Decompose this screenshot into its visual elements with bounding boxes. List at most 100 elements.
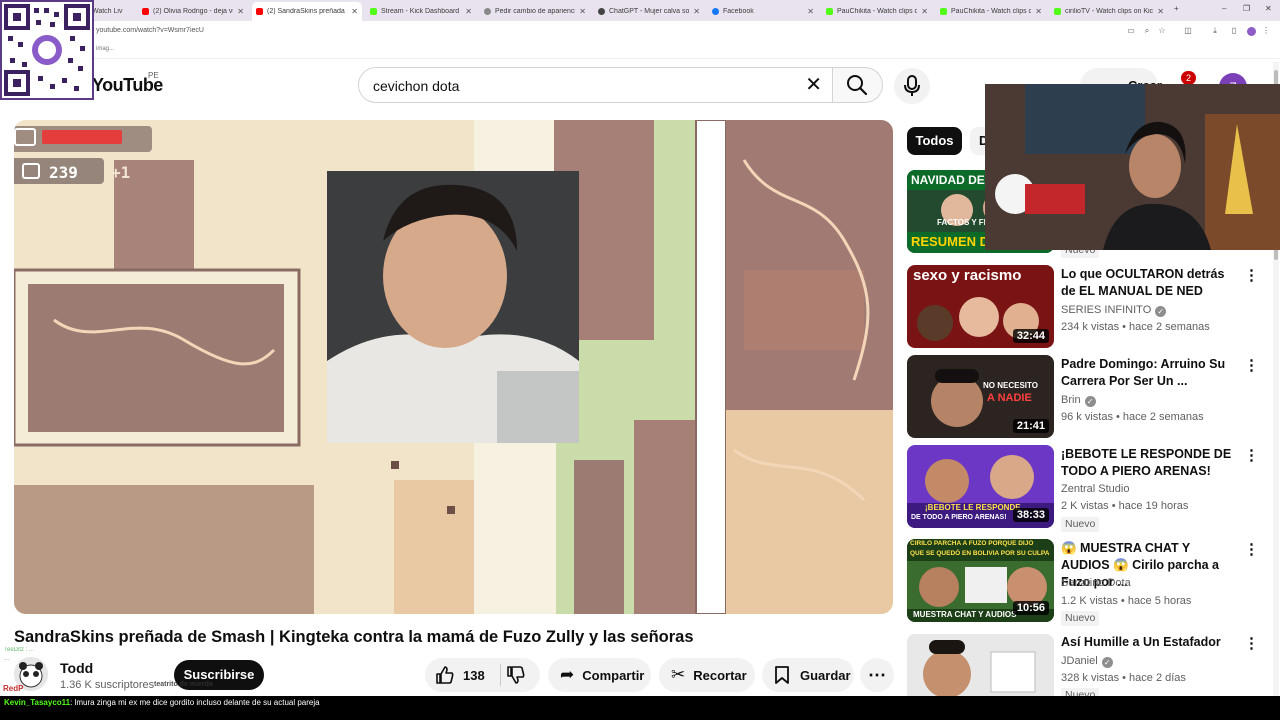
dislike-button[interactable]	[503, 665, 533, 685]
close-window-icon[interactable]: ✕	[1265, 4, 1272, 13]
chat-message-bar: Kevin_Tasayco11: lmura zinga mi ex me di…	[0, 696, 1280, 720]
close-tab-icon[interactable]: ✕	[921, 7, 928, 16]
bookmark-item[interactable]: imag...	[96, 46, 114, 52]
country-code: PE	[148, 71, 159, 80]
kick-favicon-icon	[826, 7, 833, 15]
recommended-title[interactable]: Padre Domingo: Arruino Su Carrera Por Se…	[1061, 356, 1241, 390]
close-tab-icon[interactable]: ✕	[351, 7, 358, 16]
video-thumbnail[interactable]: CIRILO PARCHA A FUZO PORQUE DIJO QUE SE …	[907, 539, 1054, 622]
recommended-meta: 328 k vistas • hace 2 días	[1061, 672, 1186, 684]
browser-tab-bar: Watch Liv (2) Olivia Rodrigo - deja vu (…	[0, 0, 1280, 21]
channel-label: SERIES INFINITO	[1061, 304, 1152, 316]
chat-username: Kevin_Tasayco11	[4, 698, 71, 707]
recommended-channel[interactable]: JDaniel ✓	[1061, 655, 1113, 668]
more-vertical-icon[interactable]: ⋮	[1244, 634, 1259, 652]
menu-dots-icon[interactable]: ⋮	[1262, 27, 1270, 35]
new-tab-button[interactable]: +	[1174, 4, 1179, 13]
close-tab-icon[interactable]: ✕	[807, 7, 814, 16]
bookmark-star-icon[interactable]: ☆	[1158, 27, 1166, 35]
recommended-channel[interactable]: SERIES INFINITO ✓	[1061, 304, 1167, 317]
browser-tab[interactable]: (2) Olivia Rodrigo - deja vu (C ✕	[138, 3, 248, 19]
save-bookmark-icon	[775, 666, 789, 684]
share-label: Compartir	[582, 667, 645, 683]
bookmarks-bar: imag...	[0, 41, 1280, 59]
close-tab-icon[interactable]: ✕	[1035, 7, 1042, 16]
cast-icon[interactable]: ▭	[1127, 27, 1135, 35]
browser-tab[interactable]: Stream - Kick Dashboard ✕	[366, 3, 476, 19]
health-bar	[42, 130, 122, 144]
recommended-channel[interactable]: Brin ✓	[1061, 394, 1096, 407]
close-tab-icon[interactable]: ✕	[1157, 7, 1164, 16]
video-thumbnail[interactable]	[907, 634, 1054, 696]
recommended-title[interactable]: Lo que OCULTARON detrás de EL MANUAL DE …	[1061, 266, 1241, 300]
close-tab-icon[interactable]: ✕	[693, 7, 700, 16]
sidepanel-icon[interactable]: ▯	[1230, 27, 1238, 35]
search-input[interactable]: cevichon dota	[373, 78, 459, 94]
video-player[interactable]: 239 +1	[14, 120, 893, 614]
more-vertical-icon[interactable]: ⋮	[1244, 540, 1259, 558]
recommended-title[interactable]: ¡BEBOTE LE RESPONDE DE TODO A PIERO AREN…	[1061, 446, 1241, 480]
close-tab-icon[interactable]: ✕	[579, 7, 586, 16]
clip-button[interactable]: ✂ Recortar	[659, 658, 755, 692]
more-vertical-icon[interactable]: ⋮	[1244, 356, 1259, 374]
thumbnail-text: FACTOS Y FI	[937, 218, 986, 227]
more-horizontal-icon: ⋯	[868, 664, 886, 685]
kick-favicon-icon	[1054, 7, 1061, 15]
qr-code-icon	[4, 4, 90, 96]
download-icon[interactable]: ⤓	[1211, 27, 1219, 35]
recommended-title[interactable]: Así Humille a Un Estafador	[1061, 634, 1241, 651]
browser-profile-avatar[interactable]	[1247, 27, 1256, 36]
recommended-channel[interactable]: Senatino Dota	[1061, 577, 1131, 589]
more-vertical-icon[interactable]: ⋮	[1244, 446, 1259, 464]
kick-favicon-icon	[370, 7, 377, 15]
save-label: Guardar	[800, 667, 851, 683]
notification-badge[interactable]: 2	[1181, 71, 1196, 85]
browser-tab-active[interactable]: (2) SandraSkins preñada d ✕	[252, 2, 362, 21]
video-thumbnail[interactable]: sexo y racismo 32:44	[907, 265, 1054, 348]
video-thumbnail[interactable]: ¡BEBOTE LE RESPONDE DE TODO A PIERO AREN…	[907, 445, 1054, 528]
recommended-channel[interactable]: Zentral Studio	[1061, 483, 1129, 495]
extensions-icon[interactable]: ◫	[1184, 27, 1192, 35]
chip-all[interactable]: Todos	[907, 127, 962, 155]
thumbnail-text: sexo y racismo	[913, 267, 1022, 284]
zoom-icon[interactable]: ⌕	[1143, 27, 1151, 35]
url-field[interactable]: youtube.com/watch?v=Wsmr7iecU	[96, 27, 204, 34]
thumbnail-text: ¡BEBOTE LE RESPONDE	[925, 503, 1021, 512]
chat-ghost-line: teatrito de mierda	[154, 681, 213, 688]
hud-increment: +1	[111, 163, 131, 182]
search-box[interactable]: cevichon dota ✕	[358, 67, 833, 103]
qr-code-overlay	[0, 0, 94, 100]
chat-message: : lmura zinga mi ex me dice gordito incl…	[70, 698, 320, 707]
browser-tab[interactable]: ChatGPT - Mujer calva sonrie ✕	[594, 3, 704, 19]
browser-tab[interactable]: Facebook ✕	[708, 3, 818, 19]
video-duration: 21:41	[1012, 419, 1049, 433]
browser-tab[interactable]: Pedir cambio de apariencia ✕	[480, 3, 590, 19]
health-icon	[14, 128, 36, 146]
browser-tab[interactable]: cirilioTV - Watch clips on Kick ✕	[1050, 3, 1168, 19]
chat-username: RedP	[3, 684, 24, 693]
streamer-facecam-right	[985, 84, 1280, 250]
page-favicon-icon	[484, 7, 491, 15]
minimize-icon[interactable]: –	[1222, 4, 1226, 13]
coin-icon	[22, 163, 40, 179]
close-tab-icon[interactable]: ✕	[465, 7, 472, 16]
browser-tab[interactable]: PauChikita - Watch clips on K ✕	[822, 3, 932, 19]
video-thumbnail[interactable]: NO NECESITO A NADIE 21:41	[907, 355, 1054, 438]
verified-icon: ✓	[1155, 306, 1167, 317]
search-button[interactable]	[833, 67, 883, 103]
share-button[interactable]: ➦ Compartir	[548, 658, 651, 692]
save-button[interactable]: Guardar	[762, 658, 854, 692]
browser-tab[interactable]: PauChikita - Watch clips on K ✕	[936, 3, 1046, 19]
more-vertical-icon[interactable]: ⋮	[1244, 266, 1259, 284]
restore-icon[interactable]: ❐	[1243, 4, 1250, 13]
like-count: 138	[463, 667, 485, 683]
person-image	[327, 171, 579, 443]
new-badge: Nuevo	[1061, 517, 1100, 532]
close-tab-icon[interactable]: ✕	[237, 7, 244, 16]
clear-search-icon[interactable]: ✕	[805, 74, 822, 96]
thumbnail-text: NAVIDAD DE	[911, 173, 985, 187]
voice-search-button[interactable]	[894, 68, 930, 104]
more-actions-button[interactable]: ⋯	[860, 658, 894, 692]
like-button[interactable]: 138	[425, 665, 485, 685]
thumbnail-text: DE TODO A PIERO ARENAS!	[911, 514, 1007, 521]
